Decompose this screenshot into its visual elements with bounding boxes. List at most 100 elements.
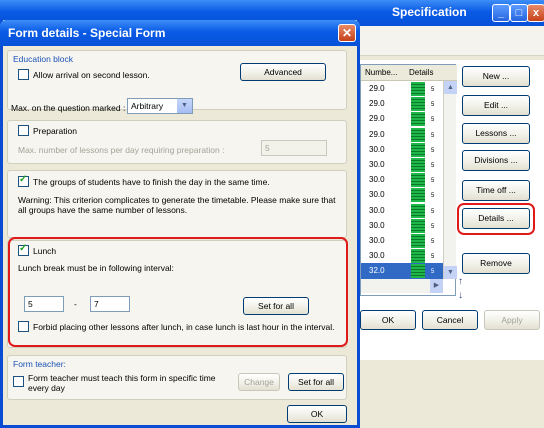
form-teacher-checkbox[interactable] [13, 376, 24, 387]
minimize-button[interactable]: _ [492, 4, 510, 22]
row-number: 30.0 [369, 175, 385, 185]
form-teacher-label-line2: every day [28, 383, 65, 393]
row-details: 5 [431, 269, 435, 276]
close-button[interactable]: x [527, 4, 544, 22]
finish-same-time-label: The groups of students have to finish th… [33, 177, 270, 187]
new-button[interactable]: New ... [462, 66, 530, 87]
row-details: 5 [431, 239, 435, 245]
details-bar-icon [411, 82, 425, 96]
form-teacher-set-for-all-button[interactable]: Set for all [288, 373, 344, 391]
form-teacher-title: Form teacher: [13, 359, 66, 369]
row-details: 5 [431, 87, 435, 93]
divisions-button[interactable]: Divisions ... [462, 150, 530, 171]
move-up-icon[interactable]: ↑ [458, 276, 463, 287]
apply-button: Apply [484, 310, 540, 330]
row-number: 29.0 [369, 114, 385, 124]
row-details: 5 [431, 132, 435, 139]
max-question-label: Max. on the question marked : [11, 103, 126, 113]
details-bar-icon [411, 142, 425, 157]
scroll-right-icon[interactable]: ▶ [430, 279, 443, 293]
details-bar-icon [411, 249, 425, 264]
column-header-number[interactable]: Numbe... [365, 68, 397, 77]
table-row[interactable]: 29.0 5 [361, 127, 443, 143]
details-bar-icon [411, 127, 425, 142]
cancel-button[interactable]: Cancel [422, 310, 478, 330]
max-question-select[interactable]: Arbitrary ▼ [127, 98, 193, 114]
details-bar-icon [411, 203, 425, 218]
preparation-label: Preparation [33, 126, 77, 136]
row-details: 5 [431, 223, 435, 230]
row-details: 5 [431, 147, 435, 154]
column-header-details[interactable]: Details [409, 68, 433, 77]
table-row[interactable]: 30.0 5 [361, 157, 443, 173]
form-teacher-section: Form teacher: Form teacher must teach th… [7, 355, 347, 400]
preparation-section: Preparation Max. number of lessons per d… [7, 120, 347, 164]
row-number: 29.0 [369, 129, 385, 139]
table-row[interactable]: 29.0 5 [361, 96, 443, 112]
vertical-scrollbar[interactable]: ▲ ▼ [443, 81, 457, 279]
dialog-title-bar[interactable]: Form details - Special Form ✕ [0, 20, 360, 46]
row-number: 29.0 [369, 99, 385, 109]
dialog-ok-button[interactable]: OK [287, 405, 347, 423]
row-number: 30.0 [369, 220, 385, 230]
form-teacher-label-line1: Form teacher must teach this form in spe… [28, 373, 216, 383]
ok-button[interactable]: OK [360, 310, 416, 330]
details-bar-icon [411, 218, 425, 233]
details-bar-icon [411, 264, 425, 279]
chevron-down-icon[interactable]: ▼ [177, 99, 192, 113]
details-bar-icon [411, 112, 425, 127]
forms-table[interactable]: Numbe... Details 29.0 5 29.0 5 29.0 5 29.0 5 30.… [360, 64, 457, 296]
details-bar-icon [411, 158, 425, 172]
table-row[interactable]: 29.0 5 [361, 111, 443, 127]
table-row[interactable]: 30.0 5 [361, 187, 443, 203]
row-details: 5 [431, 208, 435, 215]
allow-arrival-checkbox[interactable] [18, 69, 29, 80]
row-details: 5 [431, 254, 435, 261]
table-row[interactable]: 30.0 5 [361, 248, 443, 264]
scroll-down-icon[interactable]: ▼ [444, 266, 457, 279]
preparation-max-label: Max. number of lessons per day requiring… [18, 145, 225, 155]
horizontal-scrollbar[interactable]: ▶ [361, 279, 443, 293]
remove-button[interactable]: Remove [462, 253, 530, 274]
lessons-button[interactable]: Lessons ... [462, 123, 530, 144]
row-number: 30.0 [369, 251, 385, 261]
table-row[interactable]: 30.0 5 [361, 218, 443, 234]
max-question-value: Arbitrary [131, 101, 164, 111]
row-details: 5 [431, 178, 435, 185]
preparation-checkbox[interactable] [18, 125, 29, 136]
edit-button[interactable]: Edit ... [462, 95, 530, 116]
table-row[interactable]: 30.0 5 [361, 172, 443, 188]
allow-arrival-label: Allow arrival on second lesson. [33, 70, 150, 80]
education-block-title: Education block [13, 54, 74, 64]
row-details: 5 [431, 193, 435, 200]
finish-same-time-warning: Warning: This criterion complicates to g… [18, 195, 336, 215]
row-number: 30.0 [369, 144, 385, 154]
dialog-title: Form details - Special Form [8, 26, 166, 40]
table-row[interactable]: 29.0 5 [361, 81, 443, 97]
preparation-max-input: 5 [261, 140, 327, 156]
scroll-up-icon[interactable]: ▲ [444, 81, 457, 94]
details-bar-icon [411, 234, 425, 248]
row-number: 30.0 [369, 190, 385, 200]
dialog-close-icon[interactable]: ✕ [338, 24, 356, 42]
time-off-button[interactable]: Time off ... [462, 180, 530, 201]
row-number: 29.0 [369, 84, 385, 93]
form-details-dialog: Form details - Special Form ✕ Education … [0, 20, 360, 428]
table-row[interactable]: 30.0 5 [361, 233, 443, 249]
row-number: 30.0 [369, 205, 385, 215]
change-button: Change [238, 373, 280, 391]
table-row[interactable]: 30.0 5 [361, 203, 443, 219]
advanced-button[interactable]: Advanced [240, 63, 326, 81]
details-bar-icon [411, 173, 425, 188]
lunch-highlight [8, 237, 348, 347]
details-bar-icon [411, 188, 425, 203]
move-down-icon[interactable]: ↓ [458, 290, 463, 301]
table-row[interactable]: 30.0 5 [361, 142, 443, 158]
row-details: 5 [431, 117, 435, 124]
row-number: 30.0 [369, 160, 385, 169]
table-row[interactable]: 32.0 5 [361, 263, 443, 280]
finish-same-time-checkbox[interactable] [18, 174, 29, 187]
table-header: Numbe... Details [361, 65, 457, 81]
maximize-button[interactable]: □ [510, 4, 528, 22]
row-number: 30.0 [369, 236, 385, 245]
